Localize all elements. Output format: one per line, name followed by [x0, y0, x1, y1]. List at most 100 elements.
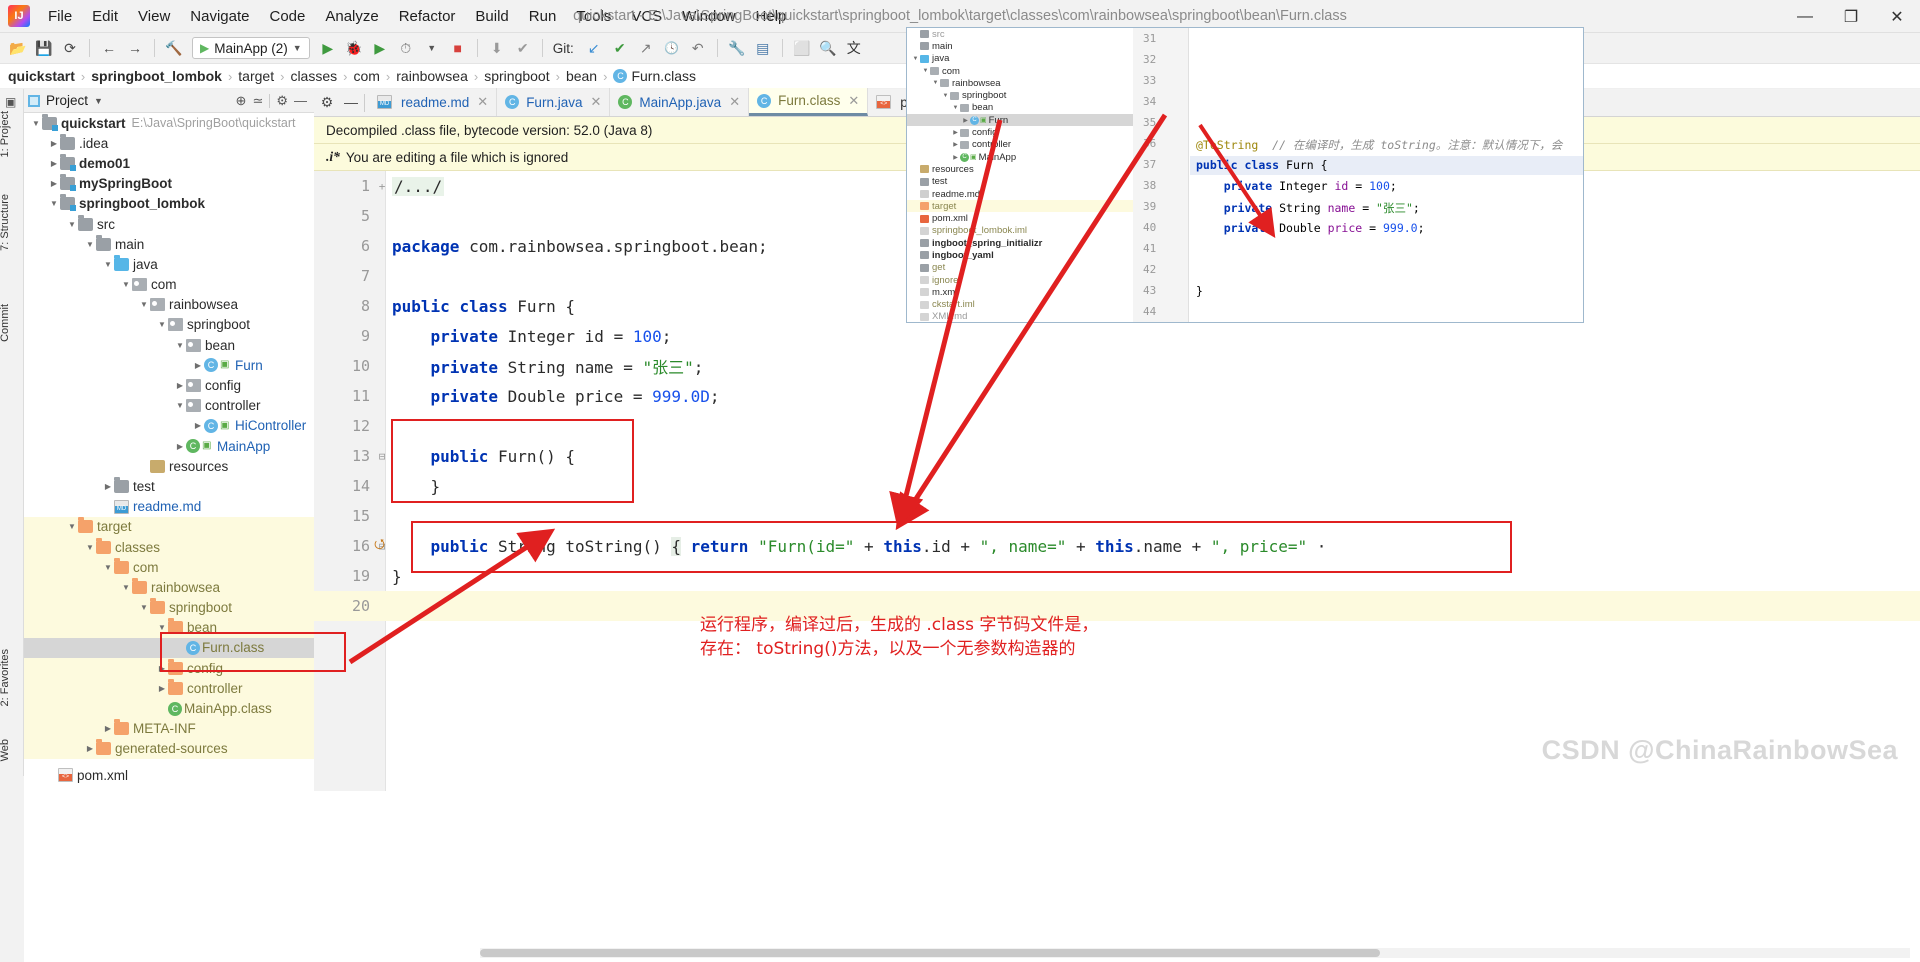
tree-item-src[interactable]: ▼src	[24, 214, 314, 234]
inset-tree-item[interactable]: ▼java	[907, 53, 1133, 65]
run-with-coverage-button[interactable]: ▶	[368, 36, 392, 60]
back-icon[interactable]: ←	[97, 36, 121, 60]
tree-item-mainapp-class[interactable]: CMainApp.class	[24, 698, 314, 718]
inset-tree-item[interactable]: test	[907, 176, 1133, 188]
tree-item-generated-sources[interactable]: ▶generated-sources	[24, 739, 314, 759]
code-line[interactable]: 16⊟⭯ public String toString() { return "…	[314, 531, 1920, 561]
tab-furn-class[interactable]: C Furn.class ✕	[749, 88, 868, 116]
window-controls[interactable]: — ❐ ✕	[1782, 0, 1920, 33]
inset-tree-item[interactable]: get	[907, 262, 1133, 274]
inset-tree-item[interactable]: m.xml	[907, 286, 1133, 298]
tree-item-bean[interactable]: ▼bean	[24, 335, 314, 355]
locate-file-icon[interactable]: ⊕	[236, 93, 247, 109]
breadcrumb-quickstart[interactable]: quickstart	[8, 68, 75, 84]
menu-bar[interactable]: File Edit View Navigate Code Analyze Ref…	[38, 0, 796, 33]
tree-item-config[interactable]: ▶config	[24, 658, 314, 678]
profile-button[interactable]: ⏱	[394, 36, 418, 60]
chevron-right-icon[interactable]: ▶	[192, 361, 204, 370]
chevron-right-icon[interactable]: ▶	[84, 744, 96, 753]
tree-item-bean[interactable]: ▼bean	[24, 618, 314, 638]
chevron-down-icon[interactable]: ▼	[66, 220, 78, 229]
gear-icon[interactable]: ⚙	[276, 93, 288, 109]
chevron-right-icon[interactable]: ▶	[102, 724, 114, 733]
tree-item-readme-md[interactable]: readme.md	[24, 497, 314, 517]
chevron-right-icon[interactable]: ▶	[48, 139, 60, 148]
hide-editor-icon[interactable]: —	[340, 88, 362, 116]
tree-item-target[interactable]: ▼target	[24, 517, 314, 537]
chevron-down-icon[interactable]: ▼	[174, 401, 186, 410]
breadcrumb-com[interactable]: com	[353, 68, 379, 84]
chevron-down-icon[interactable]: ▼	[941, 93, 950, 99]
chevron-down-icon[interactable]: ▼	[120, 583, 132, 592]
inset-tree-item[interactable]: ▼springboot	[907, 89, 1133, 101]
menu-tools[interactable]: Tools	[566, 0, 621, 33]
chevron-right-icon[interactable]: ▶	[48, 179, 60, 188]
menu-build[interactable]: Build	[465, 0, 518, 33]
tree-item-hicontroller[interactable]: ▶C▣HiController	[24, 416, 314, 436]
git-commit-icon[interactable]: ✔	[608, 36, 632, 60]
tree-item-pom-xml[interactable]: pom.xml	[24, 764, 314, 786]
chevron-down-icon[interactable]: ▼	[156, 623, 168, 632]
override-method-icon[interactable]: ⭯	[374, 535, 385, 557]
menu-help[interactable]: Help	[746, 0, 797, 33]
hide-panel-icon[interactable]: —	[294, 93, 307, 108]
tree-item-com[interactable]: ▼com	[24, 557, 314, 577]
chevron-down-icon[interactable]: ▼	[48, 199, 60, 208]
maximize-button[interactable]: ❐	[1828, 0, 1874, 33]
rail-web-label[interactable]: Web	[0, 739, 23, 761]
commit-changes-icon[interactable]: ✔	[511, 36, 535, 60]
inset-tree-item[interactable]: ignore	[907, 274, 1133, 286]
chevron-right-icon[interactable]: ▶	[174, 381, 186, 390]
menu-navigate[interactable]: Navigate	[180, 0, 259, 33]
tab-furn-java[interactable]: C Furn.java ✕	[497, 88, 610, 116]
inset-tree-item[interactable]: ▶controller	[907, 139, 1133, 151]
chevron-right-icon[interactable]: ▶	[48, 159, 60, 168]
chevron-down-icon[interactable]: ▼	[120, 280, 132, 289]
inset-tree-item[interactable]: ▼com	[907, 65, 1133, 77]
inset-tree-item[interactable]: ckstart.iml	[907, 299, 1133, 311]
tree-item--idea[interactable]: ▶.idea	[24, 133, 314, 153]
run-configuration-selector[interactable]: ▶ MainApp (2) ▼	[192, 37, 310, 59]
tree-item-resources[interactable]: resources	[24, 456, 314, 476]
breadcrumb-furn-class[interactable]: Furn.class	[631, 68, 696, 84]
tree-item-main[interactable]: ▼main	[24, 234, 314, 254]
chevron-down-icon[interactable]: ▼	[94, 96, 103, 106]
forward-icon[interactable]: →	[123, 36, 147, 60]
structure-icon[interactable]: ▤	[751, 36, 775, 60]
tree-item-config[interactable]: ▶config	[24, 375, 314, 395]
menu-view[interactable]: View	[128, 0, 180, 33]
chevron-right-icon[interactable]: ▶	[961, 117, 970, 124]
inset-tree-item[interactable]: resources	[907, 163, 1133, 175]
breadcrumb-springboot-lombok[interactable]: springboot_lombok	[91, 68, 222, 84]
code-line[interactable]: 20	[314, 591, 1920, 621]
settings-icon[interactable]: 🔧	[725, 36, 749, 60]
rail-favorites-label[interactable]: 2: Favorites	[0, 649, 23, 706]
chevron-down-icon[interactable]: ▼	[951, 105, 960, 111]
debug-button[interactable]: 🐞	[342, 36, 366, 60]
breadcrumb-bean[interactable]: bean	[566, 68, 597, 84]
tree-item-rainbowsea[interactable]: ▼rainbowsea	[24, 295, 314, 315]
minimize-button[interactable]: —	[1782, 0, 1828, 33]
tree-item-quickstart[interactable]: ▼quickstartE:\Java\SpringBoot\quickstart	[24, 113, 314, 133]
inset-tree-item[interactable]: main	[907, 40, 1133, 52]
menu-run[interactable]: Run	[519, 0, 567, 33]
tab-mainapp-java[interactable]: C MainApp.java ✕	[610, 88, 749, 116]
code-line[interactable]: 14 }	[314, 471, 1920, 501]
chevron-right-icon[interactable]: ▶	[156, 684, 168, 693]
chevron-down-icon[interactable]: ▼	[138, 603, 150, 612]
git-update-icon[interactable]: ↙	[582, 36, 606, 60]
update-project-icon[interactable]: ⬇	[485, 36, 509, 60]
chevron-down-icon[interactable]: ▼	[931, 80, 940, 86]
inset-tree-item[interactable]: pom.xml	[907, 212, 1133, 224]
fold-toggle-icon[interactable]: +	[376, 180, 388, 193]
code-line[interactable]: 15	[314, 501, 1920, 531]
rail-project-label[interactable]: 1: Project	[0, 111, 23, 157]
inset-tree-item[interactable]: ingboot_spring_initializr	[907, 237, 1133, 249]
chevron-down-icon[interactable]: ▼	[921, 68, 930, 74]
chevron-down-icon[interactable]: ▼	[84, 543, 96, 552]
profile-chevron-icon[interactable]: ▼	[420, 36, 444, 60]
chevron-right-icon[interactable]: ▶	[951, 141, 960, 148]
close-tab-icon[interactable]: ✕	[590, 94, 601, 110]
inset-tree-item[interactable]: ingboot_yaml	[907, 249, 1133, 261]
build-project-icon[interactable]: 🔨	[162, 36, 186, 60]
